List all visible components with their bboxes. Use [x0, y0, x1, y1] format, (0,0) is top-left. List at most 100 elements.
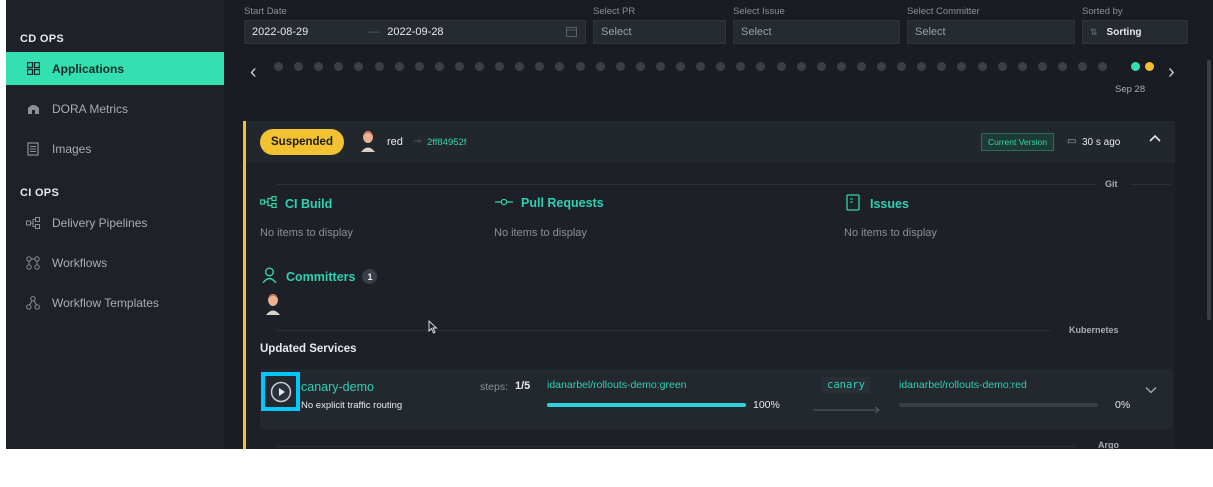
timeline-dot[interactable] — [716, 62, 726, 71]
timeline-dot[interactable] — [274, 62, 283, 71]
timeline-dot[interactable] — [997, 62, 1007, 71]
timeline-dot[interactable] — [776, 62, 786, 71]
timeline-dot[interactable] — [515, 62, 525, 71]
canary-image-name[interactable]: idanarbel/rollouts-demo:red — [899, 379, 1027, 391]
committer-avatar[interactable] — [265, 293, 281, 315]
timeline-dot[interactable] — [354, 62, 364, 71]
timeline-dot[interactable] — [836, 62, 846, 71]
canary-progress-track — [899, 403, 1098, 407]
timeline-dot[interactable] — [615, 62, 625, 71]
date-range-picker[interactable]: 2022-08-29 — 2022-09-28 — [244, 20, 586, 44]
timeline-dot[interactable] — [655, 62, 665, 71]
stable-image-name[interactable]: idanarbel/rollouts-demo:green — [547, 379, 687, 391]
sidebar-item-workflows[interactable]: Workflows — [6, 246, 224, 279]
sidebar-item-label: Applications — [52, 61, 125, 76]
collapse-chevron-icon[interactable] — [1148, 131, 1162, 150]
traffic-routing-text: No explicit traffic routing — [301, 400, 403, 411]
sidebar-item-applications[interactable]: Applications — [6, 52, 224, 85]
steps-value: 1/5 — [515, 380, 531, 392]
commit-hash[interactable]: 2ff84952f — [427, 137, 466, 148]
expand-chevron-icon[interactable] — [1145, 382, 1157, 400]
stable-progress-track — [547, 403, 746, 407]
timeline-next-arrow[interactable]: › — [1168, 62, 1175, 82]
issue-select[interactable]: Select — [733, 20, 900, 44]
sidebar-item-label: Images — [52, 141, 92, 156]
start-date-from: 2022-08-29 — [252, 26, 309, 38]
sidebar-item-images[interactable]: Images — [6, 132, 224, 165]
timeline-dot[interactable] — [1078, 62, 1087, 71]
scrollbar-thumb[interactable] — [1207, 60, 1211, 320]
main-content: Start Date 2022-08-29 — 2022-09-28 Selec… — [224, 0, 1213, 449]
timeline-active-dot[interactable] — [1131, 62, 1140, 71]
timeline-dot[interactable] — [454, 62, 464, 71]
issue-filter-label: Select Issue — [733, 6, 785, 17]
ci-ops-section-title: CI OPS — [20, 187, 60, 199]
committer-select[interactable]: Select — [907, 20, 1075, 44]
play-icon — [270, 381, 291, 402]
timeline-dot[interactable] — [957, 62, 967, 71]
timeline-dot[interactable] — [374, 62, 384, 71]
timeline-dot[interactable] — [877, 62, 886, 71]
timeline-dot[interactable] — [1098, 62, 1108, 71]
timeline-dot[interactable] — [595, 62, 605, 71]
calendar-icon[interactable] — [566, 26, 577, 40]
timeline-dot[interactable] — [736, 62, 746, 71]
timeline-dot[interactable] — [394, 62, 404, 71]
timeline-dot[interactable] — [414, 62, 424, 71]
timeline-dot[interactable] — [676, 62, 685, 71]
timeline-dot[interactable] — [334, 62, 344, 71]
date-separator: — — [368, 26, 380, 38]
committers-count-badge: 1 — [362, 269, 378, 284]
timeline-date-label: Sep 28 — [1115, 84, 1146, 95]
timeline-dot[interactable] — [897, 62, 907, 71]
timeline-prev-arrow[interactable]: ‹ — [250, 62, 257, 82]
timeline-dot[interactable] — [1037, 62, 1047, 71]
timeline-dot[interactable] — [756, 62, 766, 71]
pr-select[interactable]: Select — [593, 20, 726, 44]
status-badge: Suspended — [260, 129, 344, 155]
issues-heading: Issues — [846, 194, 909, 214]
release-card-header[interactable]: Suspended red ⊸ 2ff84952f Current Versio… — [246, 121, 1175, 163]
git-divider — [1131, 184, 1171, 185]
arrow-right-icon — [813, 401, 881, 419]
sorted-by-label: Sorted by — [1082, 6, 1123, 17]
timeline-dot[interactable] — [816, 62, 826, 71]
timeline-dot[interactable] — [434, 62, 444, 71]
git-commit-icon — [495, 196, 513, 210]
timeline-dot[interactable] — [294, 62, 304, 71]
ci-build-heading: CI Build — [259, 195, 332, 211]
ci-build-empty: No items to display — [260, 227, 353, 239]
document-icon — [26, 141, 40, 156]
timeline-dot[interactable] — [535, 62, 545, 71]
timeline-dot[interactable] — [696, 62, 706, 71]
timeline-dot[interactable] — [856, 62, 866, 71]
start-date-label: Start Date — [244, 6, 287, 17]
service-row[interactable]: canary-demo No explicit traffic routing … — [260, 369, 1173, 429]
timeline-dot[interactable] — [475, 62, 484, 71]
timeline-dot[interactable] — [977, 62, 987, 71]
timeline-active-dot[interactable] — [1145, 62, 1154, 71]
timeline-dot[interactable] — [635, 62, 645, 71]
timeline-dot[interactable] — [314, 62, 324, 71]
timeline-dot[interactable] — [917, 62, 927, 71]
release-card: Suspended red ⊸ 2ff84952f Current Versio… — [243, 121, 1175, 449]
sort-icon: ⇅ — [1090, 26, 1098, 37]
commit-icon: ⊸ — [413, 136, 422, 147]
timeline-dot[interactable] — [796, 62, 806, 71]
sidebar-item-dora-metrics[interactable]: DORA Metrics — [6, 92, 224, 125]
author-avatar — [360, 130, 376, 152]
sidebar-item-workflow-templates[interactable]: Workflow Templates — [6, 286, 224, 319]
timeline-dot[interactable] — [937, 62, 947, 71]
sorting-select[interactable]: ⇅ Sorting — [1082, 20, 1188, 44]
rollout-play-button[interactable] — [261, 372, 300, 411]
timeline-dot[interactable] — [1017, 62, 1027, 71]
timeline-dot[interactable] — [1057, 62, 1067, 71]
timeline-dot[interactable] — [495, 62, 505, 71]
pr-filter-label: Select PR — [593, 6, 636, 17]
timeline-dot[interactable] — [555, 62, 565, 71]
timeline-dot[interactable] — [575, 62, 585, 71]
service-name[interactable]: canary-demo — [301, 380, 374, 394]
sidebar-item-label: Delivery Pipelines — [52, 215, 148, 230]
template-icon — [26, 295, 40, 310]
sidebar-item-delivery-pipelines[interactable]: Delivery Pipelines — [6, 206, 224, 239]
